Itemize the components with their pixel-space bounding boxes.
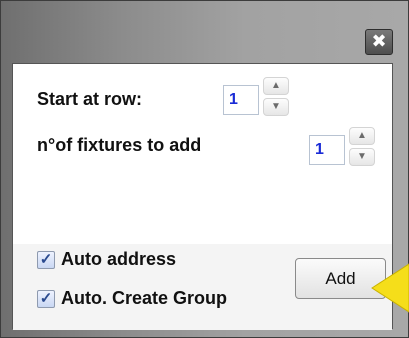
start-row-label: Start at row: (37, 89, 143, 109)
fixtures-count-up-arrow-icon[interactable]: ▲ (349, 127, 375, 145)
add-fixtures-dialog: Start at row: 1 ▲ ▼ n°of fixtures to add… (12, 63, 393, 330)
auto-address-checkbox[interactable]: ✓ (37, 250, 55, 269)
fixtures-count-label: n°of fixtures to add (37, 135, 202, 155)
fixtures-count-down-arrow-icon[interactable]: ▼ (349, 148, 375, 166)
auto-address-label: Auto address (61, 249, 177, 269)
auto-create-group-option[interactable]: ✓ Auto. Create Group (37, 288, 227, 309)
highlight-arrow-icon (371, 263, 409, 313)
auto-create-group-label: Auto. Create Group (61, 288, 228, 308)
close-icon[interactable]: ✖ (365, 29, 393, 55)
auto-address-option[interactable]: ✓ Auto address (37, 249, 176, 270)
auto-create-group-checkbox[interactable]: ✓ (37, 289, 55, 308)
fixtures-count-input[interactable]: 1 (309, 135, 345, 165)
start-row-input[interactable]: 1 (223, 85, 259, 115)
start-row-down-arrow-icon[interactable]: ▼ (263, 98, 289, 116)
start-row-up-arrow-icon[interactable]: ▲ (263, 77, 289, 95)
